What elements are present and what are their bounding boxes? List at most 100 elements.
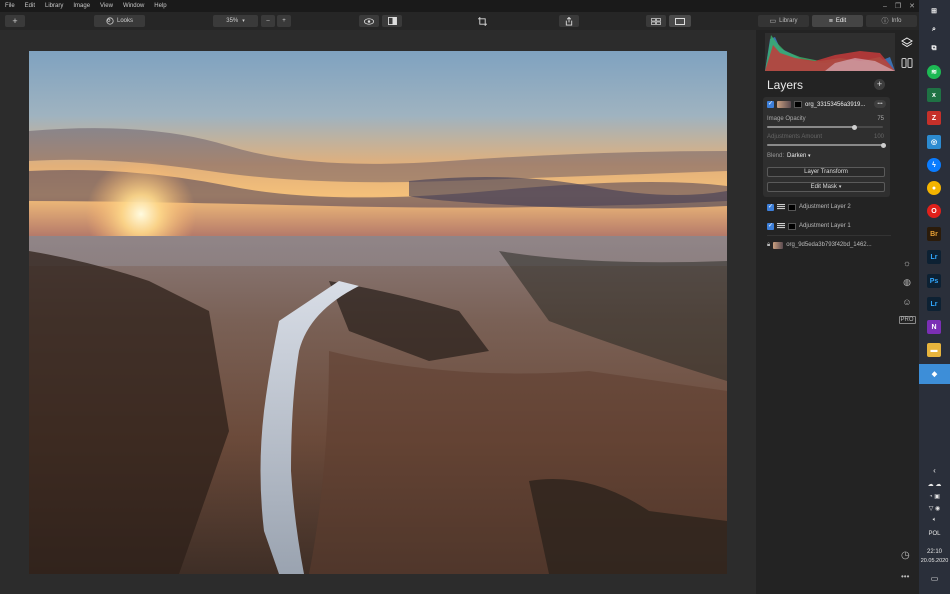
task-view-icon[interactable]: ⧉	[927, 42, 941, 56]
layer-transform-button[interactable]: Layer Transform	[767, 167, 885, 177]
share-button[interactable]	[559, 15, 579, 27]
zoom-out-button[interactable]: –	[261, 15, 275, 27]
sliders-icon: ≡	[828, 17, 833, 25]
menu-edit[interactable]: Edit	[20, 3, 40, 9]
onedrive-icon[interactable]: ☁ ☁	[919, 481, 950, 488]
menu-library[interactable]: Library	[40, 3, 68, 9]
photoshop-icon[interactable]: Ps	[927, 274, 941, 288]
minus-icon: –	[266, 18, 270, 24]
landscape-photo	[29, 51, 727, 574]
bridge-icon[interactable]: Br	[927, 227, 941, 241]
layer-mask-thumbnail	[788, 222, 796, 230]
blend-dropdown[interactable]: Darken ▾	[787, 153, 811, 159]
active-layer-card[interactable]: ✓ org_33153456a3919... ••• Image Opacity…	[763, 97, 890, 197]
adjustments-amount-knob[interactable]	[880, 142, 886, 148]
chrome-icon[interactable]: ●	[927, 181, 941, 195]
sun-icon[interactable]: ☼	[903, 258, 911, 268]
grid-view-button[interactable]	[646, 15, 666, 27]
search-icon[interactable]: ⌕	[927, 23, 941, 37]
filezilla-icon[interactable]: Z	[927, 111, 941, 125]
tab-library-label: Library	[779, 18, 798, 24]
compare-panels-icon[interactable]	[901, 57, 913, 69]
tab-library[interactable]: ▭ Library	[758, 15, 809, 27]
zoom-in-button[interactable]: +	[277, 15, 291, 27]
layer-more-button[interactable]: •••	[874, 100, 886, 108]
layer-row[interactable]: ✓ Adjustment Layer 2	[767, 200, 891, 214]
menu-help[interactable]: Help	[149, 3, 171, 9]
canvas-area[interactable]	[0, 30, 756, 594]
restore-button[interactable]: ❐	[895, 2, 901, 10]
network-icon[interactable]: ◔ ▣	[919, 493, 950, 500]
layer-visibility-checkbox[interactable]: ✓	[767, 222, 774, 230]
layer-row[interactable]: 🔒︎ org_9d5eda3b793f42bd_1462...	[767, 238, 891, 252]
layer-row[interactable]: ✓ Adjustment Layer 1	[767, 219, 891, 233]
tab-info[interactable]: ⓘ Info	[866, 15, 917, 27]
menu-window[interactable]: Window	[118, 3, 149, 9]
plus-icon: +	[12, 16, 18, 26]
more-icon[interactable]: •••	[901, 572, 909, 581]
menu-file[interactable]: File	[0, 3, 20, 9]
palette-icon[interactable]: ◍	[903, 277, 911, 288]
layer-name: org_9d5eda3b793f42bd_1462...	[786, 242, 872, 248]
zoom-select[interactable]: 35% ▾	[213, 15, 258, 27]
volume-icon[interactable]: 🔈︎	[919, 517, 950, 524]
luminar-icon[interactable]: ◆	[919, 364, 950, 384]
clock-date[interactable]: 20.05.2020	[919, 558, 950, 564]
histogram	[765, 33, 895, 71]
looks-icon	[106, 17, 114, 25]
tab-edit[interactable]: ≡ Edit	[812, 15, 863, 27]
minimize-button[interactable]: –	[883, 3, 887, 10]
layer-mask-thumbnail	[788, 203, 796, 211]
windows-start-icon[interactable]: ⊞	[927, 4, 941, 18]
language-indicator[interactable]: POL	[919, 531, 950, 537]
edit-mask-button[interactable]: Edit Mask ▾	[767, 182, 885, 192]
pro-badge[interactable]: PRO	[898, 316, 916, 324]
crop-button[interactable]	[475, 15, 489, 27]
grid-icon	[651, 17, 661, 25]
photos-icon[interactable]: ◎	[927, 135, 941, 149]
photo-canvas[interactable]	[29, 51, 727, 574]
image-opacity-knob[interactable]	[851, 124, 857, 130]
looks-button[interactable]: Looks	[94, 15, 145, 27]
close-button[interactable]: ✕	[909, 2, 915, 10]
file-explorer-icon[interactable]: ▬	[927, 343, 941, 357]
menu-view[interactable]: View	[95, 3, 118, 9]
adjustments-amount-slider[interactable]	[767, 142, 886, 148]
image-opacity-slider[interactable]	[767, 124, 883, 130]
compare-button[interactable]	[382, 15, 402, 27]
preview-toggle-button[interactable]	[359, 15, 379, 27]
active-layer-name: org_33153456a3919...	[805, 101, 866, 108]
clock-time[interactable]: 22:10	[919, 549, 950, 555]
excel-icon[interactable]: x	[927, 88, 941, 102]
add-layer-button[interactable]: +	[874, 79, 885, 90]
notifications-icon[interactable]: ▭	[919, 574, 950, 583]
opera-icon[interactable]: O	[927, 204, 941, 218]
onenote-icon[interactable]: N	[927, 320, 941, 334]
tool-icons: ☼ ◍ ☺ PRO	[898, 258, 916, 324]
image-opacity-label: Image Opacity	[767, 116, 806, 122]
lightroom-classic-icon[interactable]: Lr	[927, 297, 941, 311]
layer-visibility-checkbox[interactable]: ✓	[767, 101, 774, 108]
spotify-icon[interactable]: ≋	[927, 65, 941, 79]
menu-image[interactable]: Image	[68, 3, 95, 9]
lightroom-icon[interactable]: Lr	[927, 250, 941, 264]
layer-name: Adjustment Layer 2	[799, 204, 851, 210]
compare-icon	[387, 17, 397, 25]
adjustment-layer-icon	[777, 223, 785, 229]
tab-info-label: Info	[891, 18, 902, 24]
layers-title: Layers	[767, 78, 804, 92]
add-image-button[interactable]: +	[5, 15, 25, 27]
vpn-icon[interactable]: ▽ ◉	[919, 505, 950, 512]
layers-icon[interactable]	[901, 37, 913, 49]
layer-visibility-checkbox[interactable]: ✓	[767, 203, 774, 211]
history-icon[interactable]: ◷	[901, 550, 910, 561]
single-view-button[interactable]	[669, 15, 691, 27]
adjustment-layer-icon	[777, 204, 785, 210]
face-icon[interactable]: ☺	[902, 297, 911, 307]
chevron-left-icon[interactable]: ‹	[919, 466, 950, 475]
menu-bar: File Edit Library Image View Window Help…	[0, 0, 919, 12]
toolbar: + Looks 35% ▾ – +	[0, 12, 756, 30]
messenger-icon[interactable]: ϟ	[927, 158, 941, 172]
lock-icon: 🔒︎	[767, 241, 771, 248]
layer-transform-label: Layer Transform	[804, 169, 848, 175]
